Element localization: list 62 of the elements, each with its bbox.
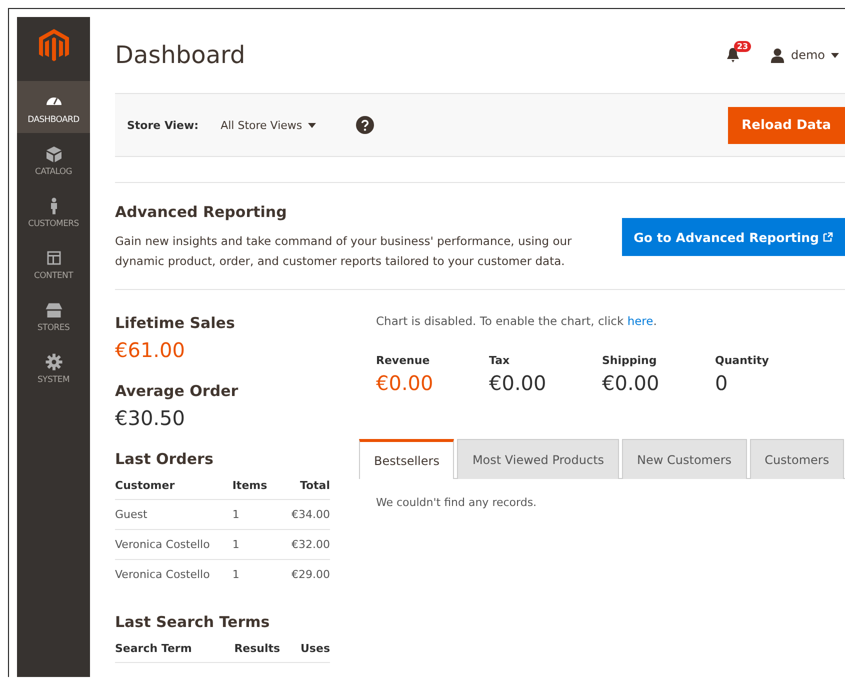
sidebar-item[interactable]: CATALOG xyxy=(17,133,90,185)
store-view-label: Store View: xyxy=(127,118,199,132)
total-label: Tax xyxy=(489,354,511,367)
page-title: Dashboard xyxy=(115,41,246,69)
enable-chart-link[interactable]: here xyxy=(627,314,654,328)
reload-data-button[interactable]: Reload Data xyxy=(728,106,845,144)
chart-notice: Chart is disabled. To enable the chart, click here. xyxy=(376,314,658,328)
sidebar-item[interactable]: CUSTOMERS xyxy=(17,185,90,237)
column-header: Total xyxy=(282,474,330,500)
layout-icon xyxy=(44,249,62,267)
table-cell: €34.00 xyxy=(282,500,330,530)
sidebar-item[interactable]: SYSTEM xyxy=(17,341,90,393)
tab[interactable]: Customers xyxy=(750,439,844,479)
table-cell: Veronica Costello xyxy=(115,560,232,589)
total-value: €0.00 xyxy=(376,371,434,395)
column-header: Customer xyxy=(115,474,232,500)
table-cell: €29.00 xyxy=(282,560,330,589)
person-icon xyxy=(48,197,58,215)
sidebar-item[interactable]: CONTENT xyxy=(17,237,90,289)
storefront-icon xyxy=(44,301,62,319)
column-header: Search Term xyxy=(115,637,234,662)
column-header: Results xyxy=(234,637,284,662)
help-icon[interactable] xyxy=(356,116,374,134)
tab[interactable]: New Customers xyxy=(622,439,747,479)
caret-icon xyxy=(308,122,316,128)
table-cell: €32.00 xyxy=(282,530,330,560)
stat-value: €61.00 xyxy=(115,338,186,362)
column-header: Uses xyxy=(284,637,330,662)
total-label: Shipping xyxy=(602,354,658,367)
total-label: Quantity xyxy=(715,354,770,367)
table-cell: Veronica Costello xyxy=(115,530,232,560)
logo-icon xyxy=(38,29,68,63)
tab[interactable]: Most Viewed Products xyxy=(457,439,620,479)
stat-label: Lifetime Sales xyxy=(115,314,236,332)
table-cell: Guest xyxy=(115,500,232,530)
total-label: Revenue xyxy=(376,354,431,367)
tab[interactable]: Bestsellers xyxy=(359,439,454,479)
table-cell: 1 xyxy=(232,500,282,530)
section-title: Last Orders xyxy=(115,450,214,468)
table-cell: 1 xyxy=(232,530,282,560)
table-cell: 1 xyxy=(232,560,282,589)
store-view-dropdown[interactable]: All Store Views xyxy=(220,118,316,132)
total-value: 0 xyxy=(715,371,729,395)
sidebar-item[interactable]: STORES xyxy=(17,289,90,341)
user-icon xyxy=(770,48,785,62)
section-title: Last Search Terms xyxy=(115,613,271,631)
total-value: €0.00 xyxy=(489,371,548,395)
column-header: Items xyxy=(232,474,282,500)
user-menu[interactable]: demo xyxy=(770,48,839,62)
empty-message: We couldn't find any records. xyxy=(376,496,538,509)
section-title: Advanced Reporting xyxy=(115,203,288,221)
stat-label: Average Order xyxy=(115,382,240,400)
notification-badge: 23 xyxy=(734,41,752,52)
advanced-reporting-button[interactable]: Go to Advanced Reporting xyxy=(622,218,845,256)
gear-icon xyxy=(44,353,62,371)
description-text: Gain new insights and take command of your business' performance, using our dynamic product, order, and customer reports tailored to your customer data. xyxy=(115,233,573,270)
external-link-icon xyxy=(823,232,833,242)
box-icon xyxy=(44,145,62,163)
stat-value: €30.50 xyxy=(115,406,186,430)
total-value: €0.00 xyxy=(602,371,660,395)
sidebar-item[interactable]: DASHBOARD xyxy=(17,81,90,133)
caret-icon xyxy=(831,52,839,58)
